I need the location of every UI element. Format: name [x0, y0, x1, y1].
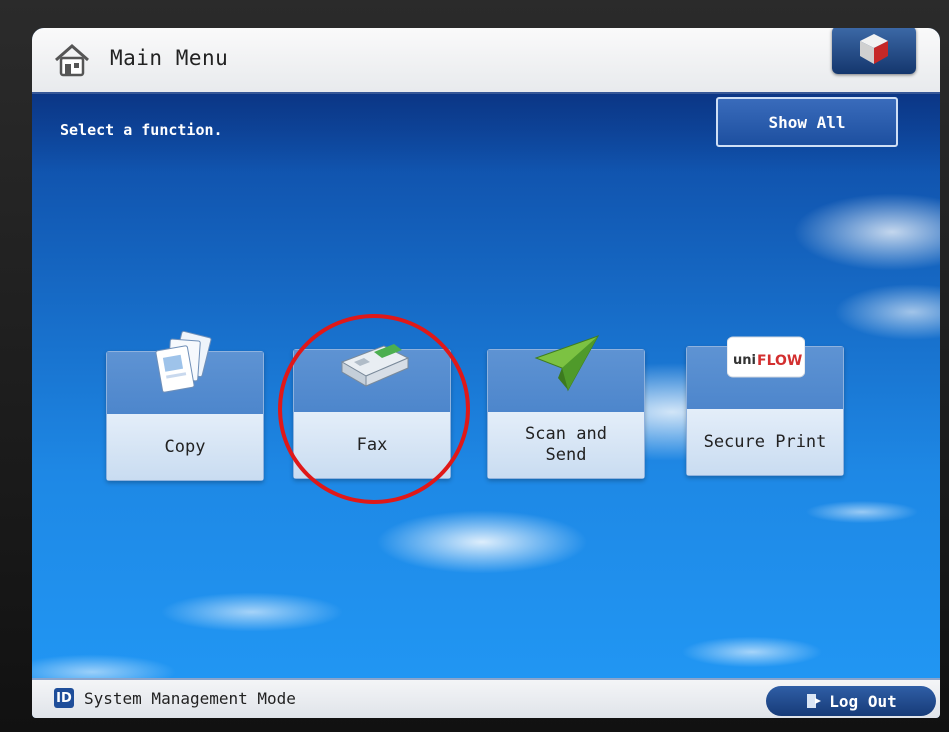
page-title: Main Menu	[110, 46, 229, 70]
home-icon[interactable]	[52, 42, 92, 78]
cube-icon	[860, 34, 888, 64]
status-bar: ID System Management Mode Log Out	[32, 678, 940, 718]
svg-text:FLOW: FLOW	[757, 353, 802, 369]
touch-screen: Main Menu Select a function. Show All Co…	[32, 28, 940, 718]
id-icon: ID	[54, 688, 74, 708]
corner-button[interactable]	[832, 28, 916, 74]
instruction-text: Select a function.	[60, 121, 223, 139]
button-bottom: Copy	[107, 414, 263, 480]
annotation-circle	[278, 314, 470, 504]
logout-button[interactable]: Log Out	[766, 686, 936, 716]
title-bar: Main Menu	[32, 28, 940, 94]
copy-label: Copy	[164, 436, 206, 457]
scan-and-send-button[interactable]: Scan and Send	[487, 335, 645, 479]
copy-icon	[155, 330, 212, 393]
logout-label: Log Out	[829, 691, 897, 711]
show-all-button[interactable]: Show All	[716, 97, 898, 147]
button-bottom: Scan and Send	[488, 412, 644, 478]
logout-icon	[807, 694, 822, 708]
secure-print-button[interactable]: Secure Print uni FLOW	[686, 336, 844, 476]
uniflow-icon: uni FLOW	[727, 336, 805, 378]
button-bottom: Secure Print	[687, 409, 843, 475]
scan-and-send-label: Scan and Send	[525, 424, 607, 465]
paper-plane-icon	[534, 335, 600, 392]
system-mode-label: System Management Mode	[84, 689, 296, 708]
secure-print-label: Secure Print	[703, 431, 827, 452]
svg-text:uni: uni	[733, 353, 756, 368]
copy-button[interactable]: Copy	[106, 330, 264, 481]
